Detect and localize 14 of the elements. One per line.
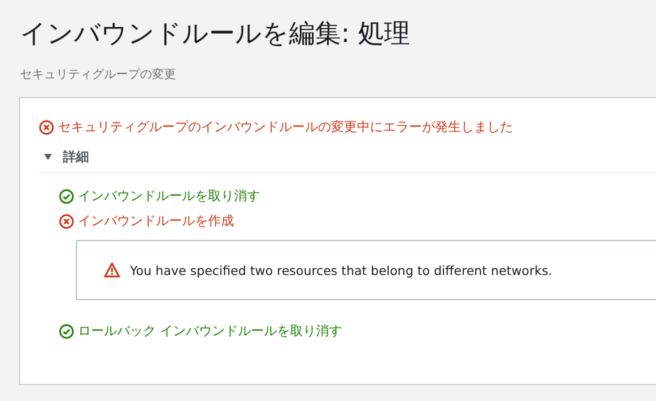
step-label: インバウンドルールを作成	[78, 213, 234, 230]
page-subtitle: セキュリティグループの変更	[20, 66, 177, 83]
check-icon	[59, 324, 74, 338]
caret-icon	[43, 152, 53, 162]
warning-icon	[104, 262, 120, 278]
check-icon	[59, 188, 74, 204]
step-label: ロールバック インバウンドルールを取り消す	[78, 323, 342, 340]
page-title: インバウンドルールを編集: 処理	[20, 18, 412, 51]
details-toggle[interactable]: 詳細	[39, 148, 656, 173]
status-message: セキュリティグループのインバウンドルールの変更中にエラーが発生しました	[58, 119, 513, 136]
error-detail-text: You have specified two resources that belong to different networks.	[130, 262, 552, 278]
step-label: インバウンドルールを取り消す	[78, 188, 260, 205]
error-icon	[39, 120, 54, 134]
error-icon	[59, 214, 74, 228]
